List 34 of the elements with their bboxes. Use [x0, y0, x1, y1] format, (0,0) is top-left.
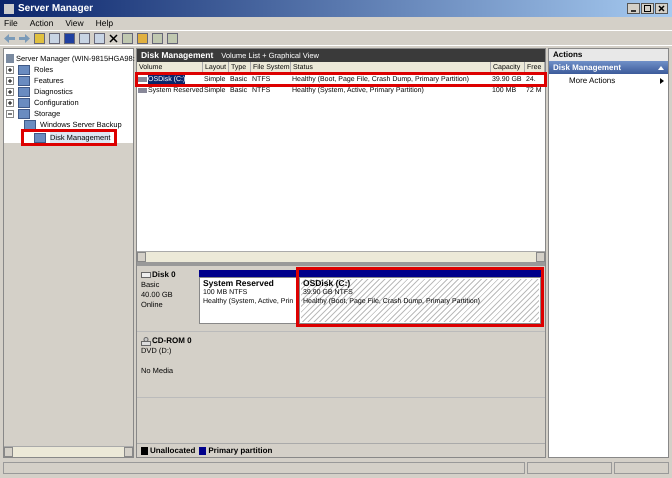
delete-icon[interactable]	[109, 34, 118, 42]
action-item[interactable]: More Actions	[549, 74, 668, 88]
collapse-icon[interactable]	[6, 110, 14, 118]
disk-name: CD-ROM 0	[152, 336, 192, 346]
menu-item[interactable]: Help	[96, 17, 114, 30]
expand-icon[interactable]	[6, 66, 14, 74]
close-button[interactable]	[655, 3, 668, 14]
cd-drive-icon	[141, 336, 151, 346]
actions-section-header[interactable]: Disk Management	[549, 61, 668, 74]
app-icon	[4, 4, 14, 14]
close-icon	[658, 5, 665, 12]
expand-icon[interactable]	[6, 76, 14, 84]
partition-name: OSDisk (C:)	[303, 279, 352, 288]
forward-icon[interactable]	[19, 34, 30, 42]
actions-header: Actions	[549, 49, 668, 61]
menu-item[interactable]: Action	[30, 17, 54, 30]
expand-icon[interactable]	[6, 88, 14, 96]
minimize-button[interactable]	[627, 3, 640, 14]
submenu-arrow-icon	[660, 78, 664, 84]
status-bar-pane	[614, 462, 669, 474]
disk-name: Disk 0	[152, 270, 176, 280]
partition-name: System Reserved	[203, 279, 275, 288]
window-title: Server Manager	[18, 2, 94, 16]
legend-label: Primary partition	[208, 444, 272, 456]
maximize-icon	[644, 5, 651, 12]
back-icon[interactable]	[4, 34, 15, 42]
horizontal-scrollbar[interactable]	[137, 251, 545, 262]
menu-item[interactable]: File	[4, 17, 18, 30]
maximize-button[interactable]	[641, 3, 654, 14]
expand-icon[interactable]	[6, 98, 14, 106]
menu-item[interactable]: View	[65, 17, 84, 30]
horizontal-scrollbar[interactable]	[4, 446, 133, 457]
panel-title: Disk Management	[141, 49, 214, 62]
legend-label: Unallocated	[150, 444, 196, 456]
